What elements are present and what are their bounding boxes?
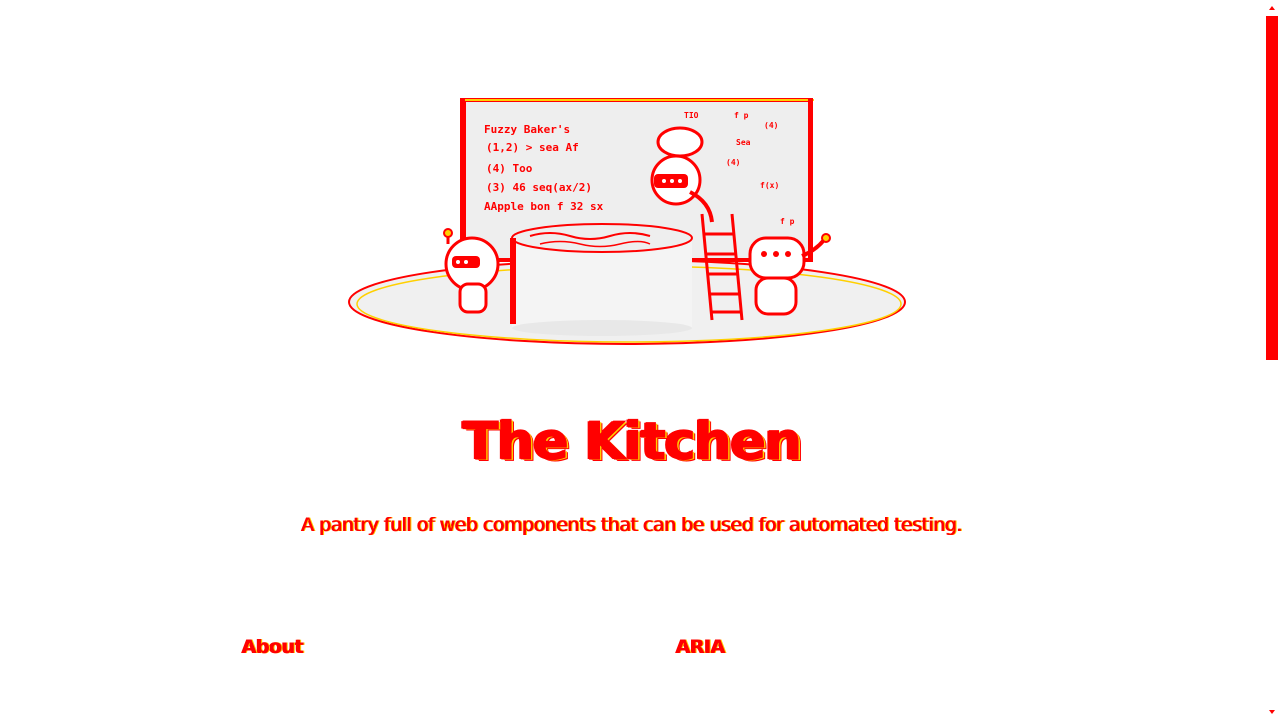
board-right-note: Sea (736, 138, 751, 147)
kitchen-home-page: Fuzzy Baker's (1,2) > sea Af (4) Too (3)… (0, 0, 1280, 720)
board-right-note: TIO (684, 111, 699, 120)
board-line: AApple bon f 32 sx (484, 200, 604, 213)
board-right-note: (4) (726, 158, 740, 167)
board-line: (3) 46 seq(ax/2) (486, 181, 592, 194)
board-right-note: f p (734, 111, 749, 120)
board-line: Fuzzy Baker's (484, 123, 570, 136)
page-title: The Kitchen (462, 411, 802, 472)
kitchen-illustration: Fuzzy Baker's (1,2) > sea Af (4) Too (3)… (348, 98, 906, 345)
board-right-note: (4) (764, 121, 778, 130)
page-subtitle: A pantry full of web components that can… (301, 514, 963, 536)
section-heading-aria: ARIA (676, 636, 726, 658)
board-right-note: f(x) (760, 181, 779, 190)
vertical-scrollbar[interactable] (1264, 0, 1280, 720)
board-line: (4) Too (486, 162, 533, 175)
cake (510, 223, 693, 336)
section-heading-about: About (242, 636, 304, 658)
board-right-note: f p (780, 217, 795, 226)
board-line: (1,2) > sea Af (486, 141, 579, 154)
arrow-down-icon[interactable] (1269, 710, 1275, 714)
scrollbar-thumb[interactable] (1266, 16, 1278, 360)
arrow-up-icon[interactable] (1269, 6, 1275, 10)
